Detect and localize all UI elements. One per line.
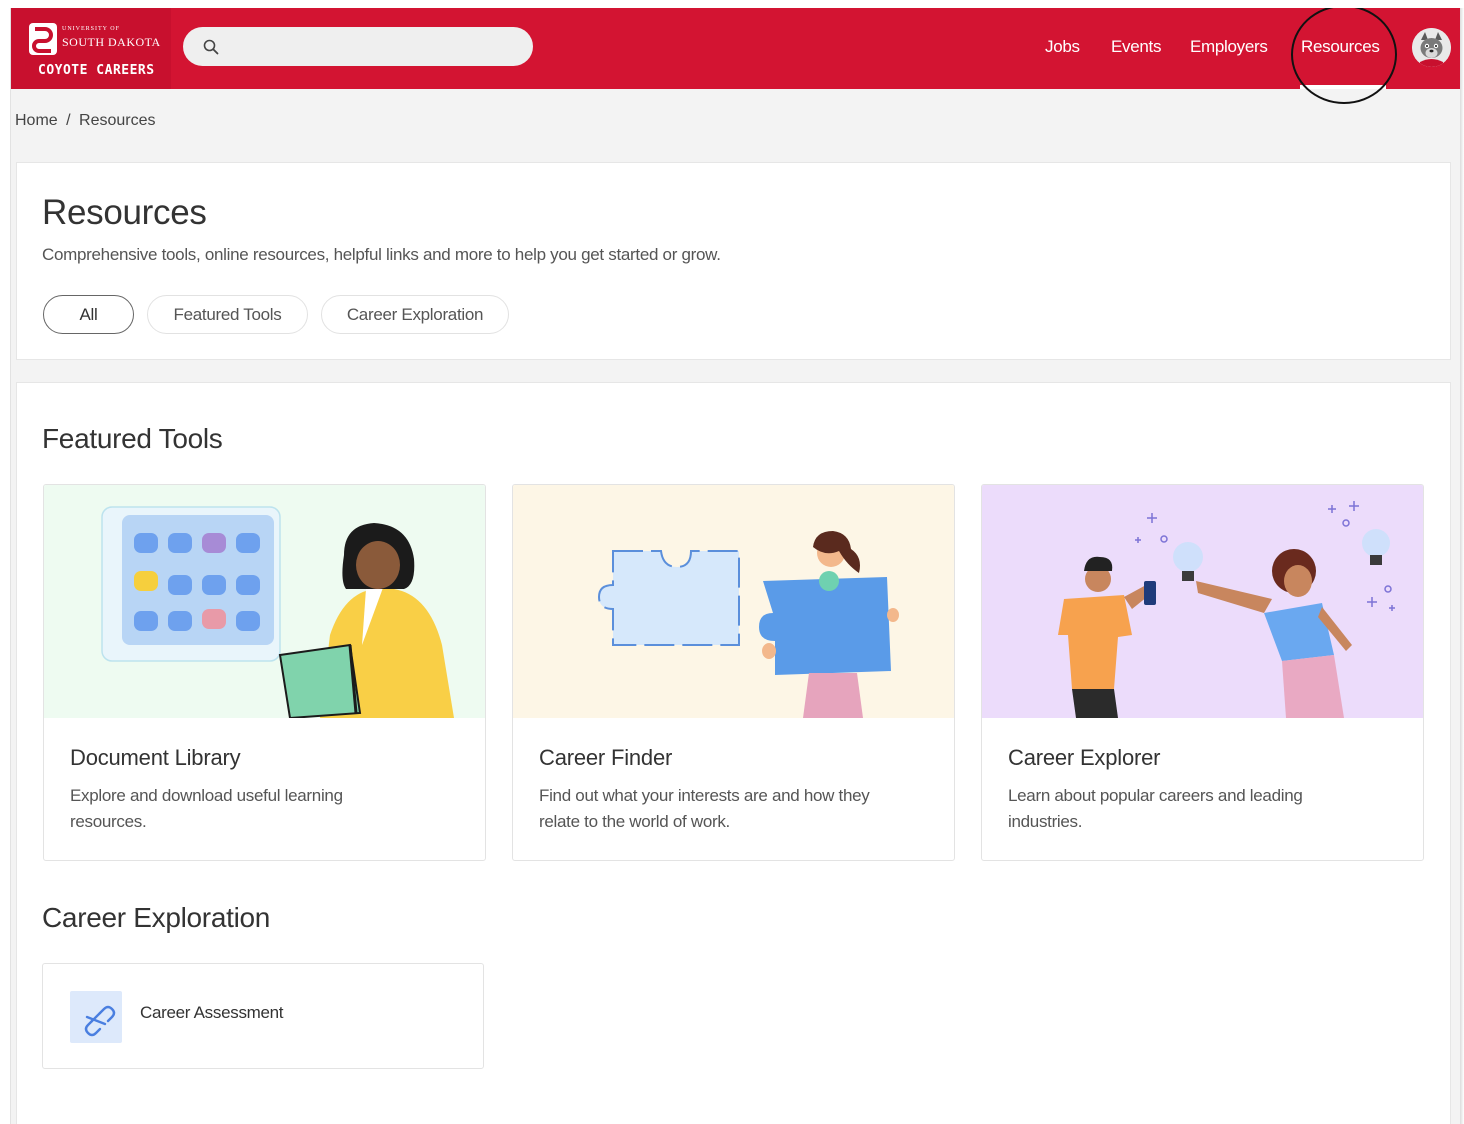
card-document-library[interactable]: Document Library Explore and download us…: [43, 484, 486, 861]
page-subtitle: Comprehensive tools, online resources, h…: [42, 245, 721, 264]
career-exploration-heading: Career Exploration: [42, 902, 271, 933]
university-name: SOUTH DAKOTA: [62, 35, 161, 49]
card-title: Career Finder: [539, 745, 673, 770]
resources-intro-panel: Resources Comprehensive tools, online re…: [16, 162, 1451, 360]
link-icon-box: [70, 991, 122, 1043]
avatar[interactable]: [1412, 28, 1451, 67]
resources-content-panel: Featured Tools Document Library Explore …: [16, 382, 1451, 1124]
breadcrumb-home[interactable]: Home: [15, 112, 58, 129]
filter-all[interactable]: All: [43, 295, 134, 334]
link-icon: [84, 1005, 116, 1037]
search-input[interactable]: [227, 33, 517, 59]
program-name: COYOTE CAREERS: [38, 63, 155, 78]
card-title: Document Library: [70, 745, 241, 770]
nav-events[interactable]: Events: [1111, 37, 1161, 57]
coyote-careers-logo[interactable]: UNIVERSITY OF SOUTH DAKOTA COYOTE CAREER…: [11, 8, 171, 89]
nav-employers[interactable]: Employers: [1190, 37, 1268, 57]
card-title: Career Explorer: [1008, 745, 1161, 770]
filter-career-exploration[interactable]: Career Exploration: [321, 295, 509, 334]
top-header: UNIVERSITY OF SOUTH DAKOTA COYOTE CAREER…: [11, 8, 1460, 89]
search-bar[interactable]: [183, 27, 533, 66]
document-library-illustration: [44, 485, 485, 718]
search-icon: [203, 39, 219, 55]
card-description: Explore and download useful learning res…: [70, 786, 343, 831]
sd-logo-icon: [29, 23, 57, 55]
coyote-mascot-icon: [1412, 28, 1451, 67]
featured-tools-heading: Featured Tools: [42, 423, 223, 454]
career-assessment-link[interactable]: Career Assessment: [42, 963, 484, 1069]
career-explorer-illustration: [982, 485, 1423, 718]
nav-jobs[interactable]: Jobs: [1045, 37, 1080, 57]
page-title: Resources: [42, 193, 207, 232]
card-career-finder[interactable]: Career Finder Find out what your interes…: [512, 484, 955, 861]
career-assessment-label: Career Assessment: [140, 1003, 284, 1022]
window-edge: [1460, 8, 1464, 1124]
app-window: UNIVERSITY OF SOUTH DAKOTA COYOTE CAREER…: [10, 8, 1460, 1124]
highlight-circle-annotation: [1291, 8, 1397, 104]
career-finder-illustration: [513, 485, 954, 718]
filter-featured-tools[interactable]: Featured Tools: [147, 295, 308, 334]
university-small-text: UNIVERSITY OF: [62, 26, 120, 32]
breadcrumb-current: Resources: [79, 112, 156, 129]
card-career-explorer[interactable]: Career Explorer Learn about popular care…: [981, 484, 1424, 861]
card-description: Learn about popular careers and leading …: [1008, 786, 1303, 831]
breadcrumb-separator: /: [66, 112, 71, 129]
card-description: Find out what your interests are and how…: [539, 786, 870, 831]
breadcrumb: Home / Resources: [15, 112, 160, 130]
